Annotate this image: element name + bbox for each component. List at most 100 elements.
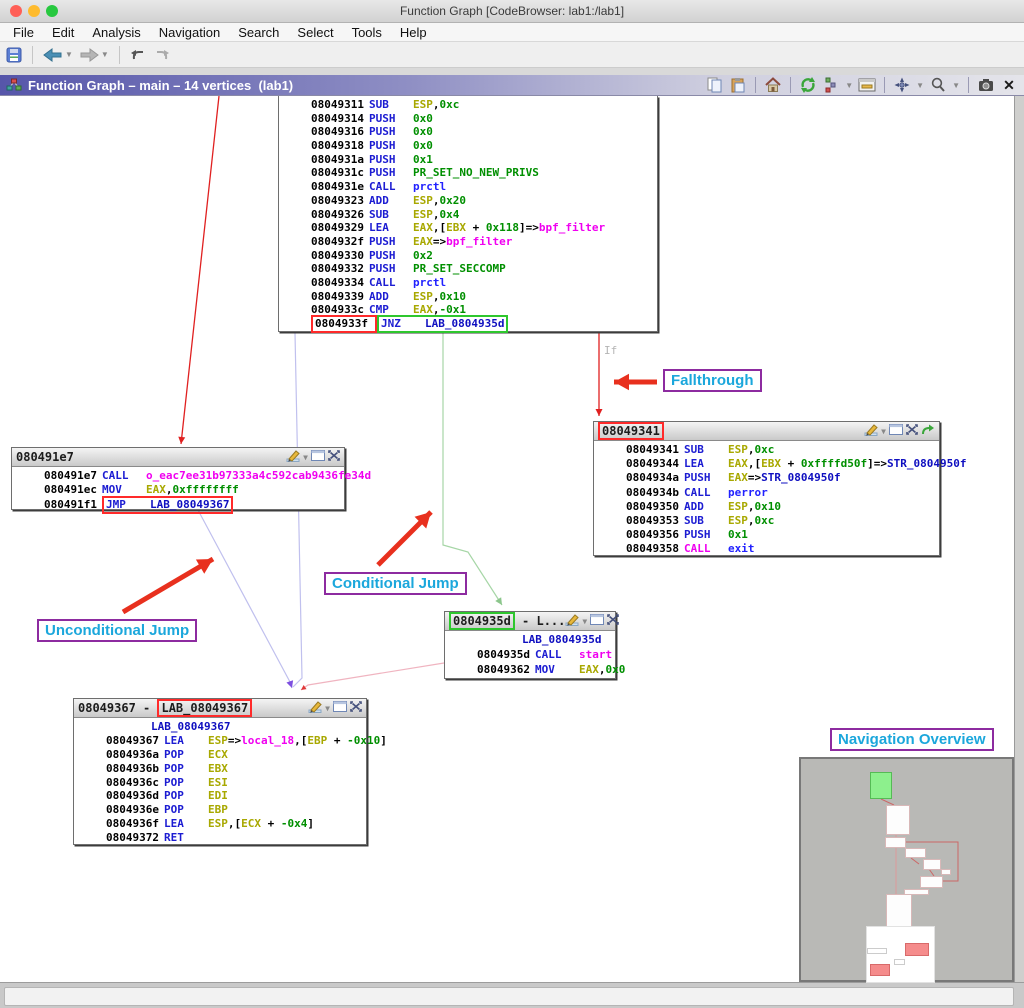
group-vertices-icon[interactable]: [607, 614, 619, 628]
relayout-icon[interactable]: [799, 76, 817, 94]
block-dropdown-caret[interactable]: ▼: [582, 617, 587, 626]
edge-format-icon[interactable]: [858, 76, 876, 94]
code-label-line[interactable]: LAB_08049367: [74, 720, 366, 734]
code-line[interactable]: 0804936bPOPEBX: [74, 762, 366, 776]
navigation-overview-minimap[interactable]: [799, 757, 1014, 982]
code-line[interactable]: 08049353SUBESP,0xc: [594, 514, 939, 528]
code-line[interactable]: 08049332PUSHPR_SET_SECCOMP: [279, 262, 657, 276]
edit-label-icon[interactable]: [286, 449, 300, 465]
code-line[interactable]: 08049330PUSH0x2: [279, 249, 657, 263]
code-line[interactable]: 080491e7CALLo_eac7ee31b97333a4c592cab943…: [12, 469, 344, 483]
minimap-node[interactable]: [870, 772, 892, 799]
group-vertices-icon[interactable]: [350, 701, 362, 715]
code-line[interactable]: 0804932fPUSHEAX=>bpf_filter: [279, 235, 657, 249]
menu-navigation[interactable]: Navigation: [150, 25, 229, 40]
graph-block-08049311[interactable]: 08049311SUBESP,0xc08049314PUSH0x00804931…: [278, 96, 658, 332]
minimap-node[interactable]: [905, 943, 929, 956]
goto-edge-icon[interactable]: [921, 424, 935, 439]
menu-file[interactable]: File: [4, 25, 43, 40]
paste-icon[interactable]: [729, 76, 747, 94]
menu-search[interactable]: Search: [229, 25, 288, 40]
back-button[interactable]: ▼: [43, 48, 73, 62]
code-line[interactable]: 08049334CALLprctl: [279, 276, 657, 290]
format-vertex-icon[interactable]: [590, 614, 604, 628]
code-line[interactable]: 08049318PUSH0x0: [279, 139, 657, 153]
block-dropdown-caret[interactable]: ▼: [881, 427, 886, 436]
code-line[interactable]: 0804935dCALLstart: [445, 648, 615, 663]
menu-edit[interactable]: Edit: [43, 25, 83, 40]
block-header-08049367[interactable]: 08049367 - LAB_08049367▼: [74, 699, 366, 718]
edit-label-icon[interactable]: [308, 700, 322, 716]
edit-label-icon[interactable]: [565, 613, 579, 629]
forward-dropdown-caret[interactable]: ▼: [101, 50, 109, 59]
graph-block-08049341[interactable]: 08049341▼ 08049341SUBESP,0xc08049344LEAEA…: [593, 421, 940, 556]
block-header-08049341[interactable]: 08049341▼: [594, 422, 939, 441]
minimap-node[interactable]: [886, 805, 910, 835]
minimap-node[interactable]: [894, 959, 905, 965]
code-line[interactable]: 08049316PUSH0x0: [279, 125, 657, 139]
home-icon[interactable]: [764, 76, 782, 94]
back-dropdown-caret[interactable]: ▼: [65, 50, 73, 59]
block-dropdown-caret[interactable]: ▼: [303, 453, 308, 462]
code-label-line[interactable]: LAB_0804935d: [445, 633, 615, 648]
code-line[interactable]: 08049323ADDESP,0x20: [279, 194, 657, 208]
code-line[interactable]: 080491f1JMPLAB_08049367: [12, 498, 344, 512]
code-line[interactable]: 0804931cPUSHPR_SET_NO_NEW_PRIVS: [279, 166, 657, 180]
code-line[interactable]: 08049356PUSH0x1: [594, 528, 939, 542]
group-vertices-icon[interactable]: [906, 424, 918, 438]
block-dropdown-caret[interactable]: ▼: [325, 704, 330, 713]
menu-select[interactable]: Select: [288, 25, 342, 40]
code-line[interactable]: 08049339ADDESP,0x10: [279, 290, 657, 304]
code-line[interactable]: 0804931aPUSH0x1: [279, 153, 657, 167]
minimap-node[interactable]: [941, 869, 951, 875]
graph-block-080491e7[interactable]: 080491e7▼ 080491e7CALLo_eac7ee31b97333a4c…: [11, 447, 345, 510]
layout-options-icon[interactable]: [822, 76, 840, 94]
minimap-node[interactable]: [885, 837, 906, 848]
edit-label-icon[interactable]: [864, 423, 878, 439]
minimap-node[interactable]: [867, 948, 887, 954]
snapshot-icon[interactable]: [977, 76, 995, 94]
menu-help[interactable]: Help: [391, 25, 436, 40]
minimap-node[interactable]: [920, 876, 943, 888]
code-line[interactable]: 08049372RET: [74, 831, 366, 845]
magnifier-dropdown-caret[interactable]: ▼: [952, 81, 960, 90]
code-line[interactable]: 0804936dPOPEDI: [74, 789, 366, 803]
undo-button[interactable]: [130, 48, 147, 62]
redo-button[interactable]: [153, 48, 170, 62]
code-line[interactable]: 08049314PUSH0x0: [279, 112, 657, 126]
code-line[interactable]: 08049358CALLexit: [594, 542, 939, 556]
code-line[interactable]: 08049326SUBESP,0x4: [279, 208, 657, 222]
code-line[interactable]: 0804931eCALLprctl: [279, 180, 657, 194]
magnifier-icon[interactable]: [929, 76, 947, 94]
menu-analysis[interactable]: Analysis: [83, 25, 149, 40]
code-line[interactable]: 0804936aPOPECX: [74, 748, 366, 762]
save-button[interactable]: [6, 47, 22, 63]
code-line[interactable]: 08049350ADDESP,0x10: [594, 500, 939, 514]
layout-dropdown-caret[interactable]: ▼: [845, 81, 853, 90]
minimap-node[interactable]: [905, 848, 926, 858]
block-header-080491e7[interactable]: 080491e7▼: [12, 448, 344, 467]
code-line[interactable]: 08049329LEAEAX,[EBX + 0x118]=>bpf_filter: [279, 221, 657, 235]
forward-button[interactable]: ▼: [79, 48, 109, 62]
format-vertex-icon[interactable]: [333, 701, 347, 715]
navigation-compass-icon[interactable]: [893, 76, 911, 94]
code-line[interactable]: 08049341SUBESP,0xc: [594, 443, 939, 457]
code-line[interactable]: 0804936fLEAESP,[ECX + -0x4]: [74, 817, 366, 831]
code-line[interactable]: 0804936ePOPEBP: [74, 803, 366, 817]
code-line[interactable]: 0804934bCALLperror: [594, 486, 939, 500]
group-vertices-icon[interactable]: [328, 450, 340, 464]
code-line[interactable]: 08049311SUBESP,0xc: [279, 98, 657, 112]
format-vertex-icon[interactable]: [889, 424, 903, 438]
copy-icon[interactable]: [706, 76, 724, 94]
menu-tools[interactable]: Tools: [343, 25, 391, 40]
graph-block-0804935d[interactable]: 0804935d - L...▼ LAB_0804935d0804935dCALL…: [444, 611, 616, 679]
code-line[interactable]: 08049344LEAEAX,[EBX + 0xffffd50f]=>STR_0…: [594, 457, 939, 471]
compass-dropdown-caret[interactable]: ▼: [916, 81, 924, 90]
block-header-0804935d[interactable]: 0804935d - L...▼: [445, 612, 615, 631]
minimap-node[interactable]: [870, 964, 890, 976]
code-line[interactable]: 08049362MOVEAX,0x0: [445, 663, 615, 678]
close-panel-icon[interactable]: ✕: [1000, 76, 1018, 94]
code-line[interactable]: 0804933fJNZLAB_0804935d: [279, 317, 657, 331]
graph-block-08049367[interactable]: 08049367 - LAB_08049367▼ LAB_08049367 0804…: [73, 698, 367, 845]
minimap-node[interactable]: [923, 859, 941, 870]
